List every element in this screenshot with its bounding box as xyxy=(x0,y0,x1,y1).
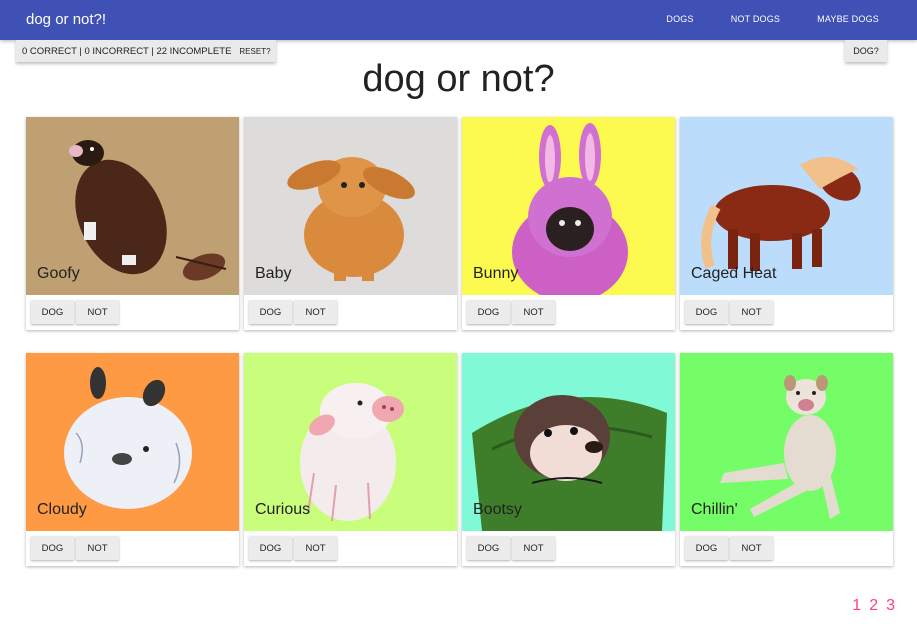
dog-button[interactable]: DOG xyxy=(31,300,74,324)
nav-maybe-dogs[interactable]: MAYBE DOGS xyxy=(817,14,879,24)
page-title: dog or not? xyxy=(362,58,555,100)
not-button[interactable]: NOT xyxy=(76,300,119,324)
card-image[interactable]: Goofy xyxy=(26,117,239,295)
card-actions: DOG NOT xyxy=(685,300,775,324)
animal-card: Caged Heat DOG NOT xyxy=(680,117,893,330)
dog-button[interactable]: DOG xyxy=(685,300,728,324)
animal-card: Curious DOG NOT xyxy=(244,353,457,566)
not-button[interactable]: NOT xyxy=(512,300,555,324)
card-image[interactable]: Cloudy xyxy=(26,353,239,531)
animal-card: Bunny DOG NOT xyxy=(462,117,675,330)
page-link-2[interactable]: 2 xyxy=(869,597,878,615)
card-name: Bunny xyxy=(473,265,519,282)
animal-card: Baby DOG NOT xyxy=(244,117,457,330)
animal-card: Bootsy DOG NOT xyxy=(462,353,675,566)
card-name: Caged Heat xyxy=(691,265,777,282)
card-name: Baby xyxy=(255,265,292,282)
animal-card: Goofy DOG NOT xyxy=(26,117,239,330)
card-name: Chillin' xyxy=(691,501,738,518)
card-name: Cloudy xyxy=(37,501,87,518)
card-actions: DOG NOT xyxy=(249,300,339,324)
card-name: Bootsy xyxy=(473,501,522,518)
pagination: 1 2 3 xyxy=(844,597,895,615)
animal-card: Chillin' DOG NOT xyxy=(680,353,893,566)
page-link-1[interactable]: 1 xyxy=(852,597,861,615)
reset-button[interactable]: RESET? xyxy=(239,47,270,56)
not-button[interactable]: NOT xyxy=(294,536,337,560)
dog-button[interactable]: DOG xyxy=(467,536,510,560)
nav-not-dogs[interactable]: NOT DOGS xyxy=(731,14,780,24)
card-actions: DOG NOT xyxy=(31,536,121,560)
score-text: 0 CORRECT | 0 INCORRECT | 22 INCOMPLETE xyxy=(22,45,232,57)
app-title[interactable]: dog or not?! xyxy=(26,11,106,28)
animal-card: Cloudy DOG NOT xyxy=(26,353,239,566)
card-image[interactable]: Bunny xyxy=(462,117,675,295)
card-actions: DOG NOT xyxy=(31,300,121,324)
dog-button[interactable]: DOG xyxy=(467,300,510,324)
page-link-3[interactable]: 3 xyxy=(886,597,895,615)
dog-button[interactable]: DOG xyxy=(685,536,728,560)
not-button[interactable]: NOT xyxy=(294,300,337,324)
app-bar: dog or not?! DOGS NOT DOGS MAYBE DOGS xyxy=(0,0,917,40)
card-name: Goofy xyxy=(37,265,80,282)
card-image[interactable]: Bootsy xyxy=(462,353,675,531)
card-actions: DOG NOT xyxy=(685,536,775,560)
card-image[interactable]: Caged Heat xyxy=(680,117,893,295)
card-actions: DOG NOT xyxy=(467,536,557,560)
top-nav: DOGS NOT DOGS MAYBE DOGS xyxy=(629,14,879,24)
dog-button[interactable]: DOG xyxy=(31,536,74,560)
card-image[interactable]: Baby xyxy=(244,117,457,295)
dog-button[interactable]: DOG xyxy=(249,300,292,324)
not-button[interactable]: NOT xyxy=(730,300,773,324)
card-name: Curious xyxy=(255,501,311,518)
card-actions: DOG NOT xyxy=(467,300,557,324)
nav-dogs[interactable]: DOGS xyxy=(666,14,693,24)
not-button[interactable]: NOT xyxy=(76,536,119,560)
card-actions: DOG NOT xyxy=(249,536,339,560)
not-button[interactable]: NOT xyxy=(512,536,555,560)
not-button[interactable]: NOT xyxy=(730,536,773,560)
card-image[interactable]: Chillin' xyxy=(680,353,893,531)
card-image[interactable]: Curious xyxy=(244,353,457,531)
dog-button[interactable]: DOG xyxy=(249,536,292,560)
